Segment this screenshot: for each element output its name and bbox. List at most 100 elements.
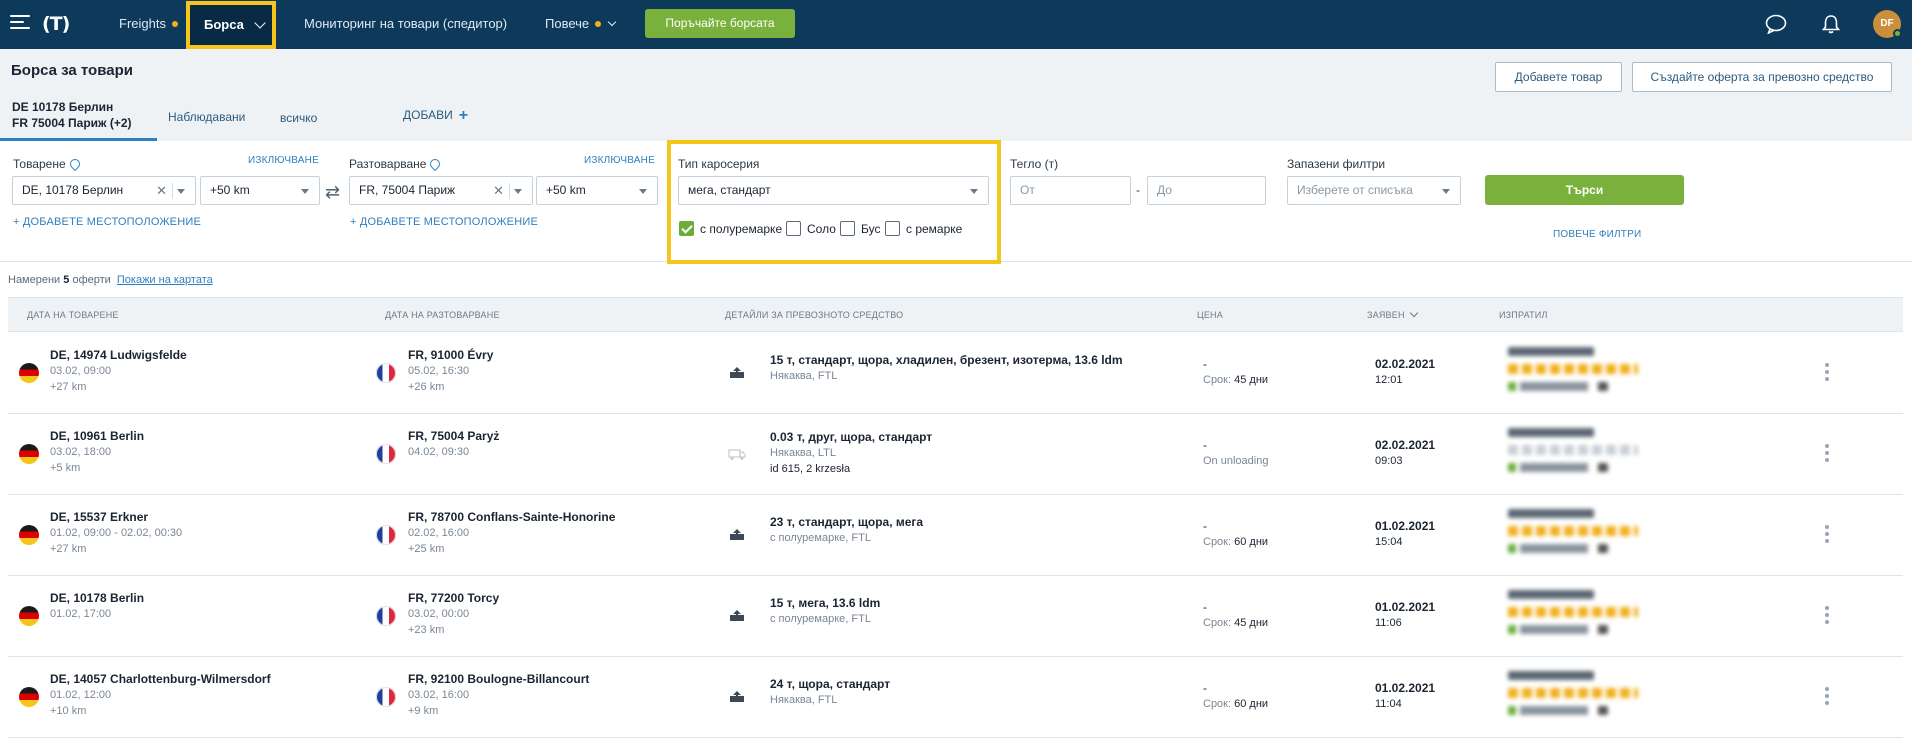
search-button[interactable]: Търси (1485, 175, 1684, 205)
tab-all[interactable]: всичко (280, 111, 317, 125)
tab-saved-search[interactable]: DE 10178 Берлин FR 75004 Париж (+2) (0, 93, 157, 141)
unloading-place: FR, 91000 Évry (408, 348, 494, 362)
more-options-icon[interactable] (1825, 606, 1829, 624)
menu-icon[interactable] (10, 15, 30, 31)
clear-icon[interactable]: ✕ (156, 177, 167, 204)
loading-add-location-link[interactable]: + ДОБАВЕТЕ МЕСТОПОЛОЖЕНИЕ (13, 216, 201, 228)
page-title: Борса за товари (11, 62, 133, 79)
weight-dash: - (1136, 183, 1140, 197)
nav-exchange[interactable]: Борса (186, 1, 276, 49)
logo[interactable]: (T) (42, 9, 86, 39)
column-unloading-date[interactable]: ДАТА НА РАЗТОВАРВАНЕ (385, 310, 500, 320)
unloading-distance: +23 km (408, 624, 445, 636)
tab-watched[interactable]: Наблюдавани (168, 110, 245, 124)
requested-date: 01.02.2021 (1375, 600, 1436, 614)
plus-icon: + (13, 216, 23, 228)
more-filters-link[interactable]: ПОВЕЧЕ ФИЛТРИ (1553, 229, 1641, 240)
table-row[interactable]: DE, 15537 Erkner 01.02, 09:00 - 02.02, 00… (8, 495, 1903, 576)
payment-term: Срок: 60 дни (1203, 536, 1269, 548)
nav-freights[interactable]: Freights (119, 0, 178, 49)
top-navigation: (T) Freights Борса Мониторинг на товари … (0, 0, 1912, 49)
nav-more[interactable]: Повече (545, 0, 617, 49)
page-header: Борса за товари Добавете товар Създайте … (0, 49, 1912, 141)
loading-radius-select[interactable]: +50 km (200, 176, 320, 205)
requested-date: 02.02.2021 (1375, 438, 1436, 452)
requested-date: 01.02.2021 (1375, 519, 1436, 533)
loading-exclude-link[interactable]: ИЗКЛЮЧВАНЕ (248, 155, 319, 166)
column-requested[interactable]: ЗАЯВЕН (1367, 308, 1418, 320)
requested-time: 11:06 (1375, 617, 1402, 629)
unloading-exclude-link[interactable]: ИЗКЛЮЧВАНЕ (584, 155, 655, 166)
loading-place: DE, 10178 Berlin (50, 591, 145, 605)
table-row[interactable]: DE, 14057 Charlottenburg-Wilmersdorf 01.0… (8, 657, 1903, 738)
unloading-date: 02.02, 16:00 (408, 527, 470, 539)
add-cargo-button[interactable]: Добавете товар (1495, 62, 1622, 92)
column-loading-date[interactable]: ДАТА НА ТОВАРЕНЕ (27, 310, 119, 320)
vehicle-details: 23 т, стандарт, щора, мега (770, 515, 924, 529)
more-options-icon[interactable] (1825, 687, 1829, 705)
loading-place: DE, 15537 Erkner (50, 510, 149, 524)
column-sender[interactable]: ИЗПРАТИЛ (1499, 310, 1548, 320)
saved-filters-select[interactable]: Изберете от списъка (1287, 176, 1461, 205)
vehicle-type: Някаква, FTL (770, 370, 838, 382)
more-options-icon[interactable] (1825, 525, 1829, 543)
order-exchange-button[interactable]: Поръчайте борсата (645, 9, 795, 38)
vehicle-details: 15 т, стандарт, щора, хладилен, брезент,… (770, 353, 1123, 367)
more-options-icon[interactable] (1825, 444, 1829, 462)
avatar[interactable]: DF (1873, 10, 1902, 38)
table-row[interactable]: DE, 10178 Berlin 01.02, 17:00 FR, 77200 To… (8, 576, 1903, 657)
requested-date: 01.02.2021 (1375, 681, 1436, 695)
nav-monitoring[interactable]: Мониторинг на товари (спедитор) (304, 0, 507, 49)
swap-icon[interactable]: ⇄ (325, 182, 340, 203)
unloading-date: 05.02, 16:30 (408, 365, 470, 377)
table-row[interactable]: DE, 14974 Ludwigsfelde 03.02, 09:00 +27 km… (8, 333, 1903, 414)
tab-add[interactable]: ДОБАВИ + (403, 107, 468, 125)
sender-info-blurred[interactable] (1508, 347, 1658, 403)
weight-to-input[interactable]: До (1147, 176, 1266, 205)
column-price[interactable]: ЦЕНА (1197, 310, 1223, 320)
germany-flag-icon (19, 606, 39, 626)
notification-dot (595, 21, 602, 27)
unloading-location-input[interactable]: FR, 75004 Париж ✕ (349, 176, 533, 205)
bell-icon[interactable] (1820, 14, 1842, 34)
sender-info-blurred[interactable] (1508, 590, 1658, 646)
vehicle-type: Някаква, FTL (770, 694, 838, 706)
divider (509, 183, 510, 199)
unloading-label: Разтоварване (349, 156, 443, 172)
unloading-place: FR, 92100 Boulogne-Billancourt (408, 672, 590, 686)
unloading-add-location-link[interactable]: + ДОБАВЕТЕ МЕСТОПОЛОЖЕНИЕ (350, 216, 538, 228)
requested-time: 11:04 (1375, 698, 1402, 710)
loading-distance: +10 km (50, 705, 87, 717)
loading-date: 01.02, 17:00 (50, 608, 112, 620)
saved-filters-label: Запазени филтри (1287, 157, 1386, 171)
truck-arrow-icon (730, 691, 744, 702)
loading-location-input[interactable]: DE, 10178 Берлин ✕ (12, 176, 196, 205)
germany-flag-icon (19, 525, 39, 545)
requested-time: 09:03 (1375, 455, 1403, 467)
more-options-icon[interactable] (1825, 363, 1829, 381)
truck-upload-icon (730, 367, 744, 378)
results-count: Намерени 5 оферти Покажи на картата (8, 274, 213, 286)
show-on-map-link[interactable]: Покажи на картата (117, 274, 213, 286)
weight-from-input[interactable]: От (1010, 176, 1131, 205)
sender-info-blurred[interactable] (1508, 509, 1658, 565)
clear-icon[interactable]: ✕ (493, 177, 504, 204)
price: - (1203, 357, 1207, 371)
vehicle-type: с полуремарке, FTL (770, 613, 871, 625)
germany-flag-icon (19, 687, 39, 707)
notification-dot (171, 21, 178, 27)
unloading-radius-select[interactable]: +50 km (536, 176, 658, 205)
price: - (1203, 600, 1207, 614)
sender-info-blurred[interactable] (1508, 428, 1658, 484)
truck-icon (728, 449, 746, 460)
table-row[interactable]: DE, 10961 Berlin 03.02, 18:00 +5 km FR, 750… (8, 414, 1903, 495)
unloading-date: 03.02, 16:00 (408, 689, 470, 701)
column-vehicle-details[interactable]: ДЕТАЙЛИ ЗА ПРЕВОЗНОТО СРЕДСТВО (725, 310, 903, 320)
sender-info-blurred[interactable] (1508, 671, 1658, 727)
requested-date: 02.02.2021 (1375, 357, 1436, 371)
chat-icon[interactable] (1765, 14, 1787, 34)
plus-icon: + (458, 107, 469, 124)
unloading-distance: +25 km (408, 543, 445, 555)
unloading-place: FR, 78700 Conflans-Sainte-Honorine (408, 510, 616, 524)
create-vehicle-offer-button[interactable]: Създайте оферта за превозно средство (1632, 62, 1892, 92)
